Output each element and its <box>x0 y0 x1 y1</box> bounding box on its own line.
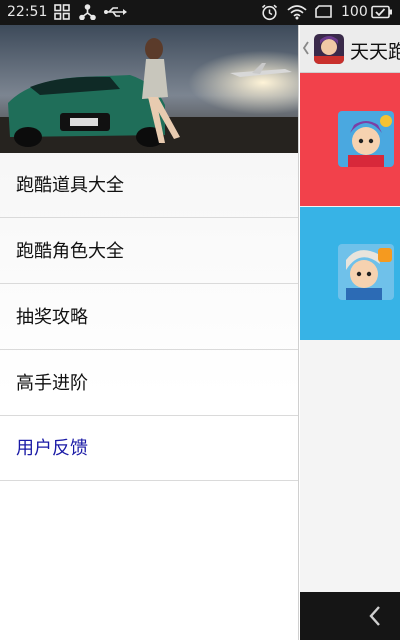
page-title: 天天跑 <box>350 41 400 63</box>
chevron-left-icon[interactable] <box>302 40 310 56</box>
menu-item-advanced[interactable]: 高手进阶 <box>0 351 298 416</box>
menu-item-characters[interactable]: 跑酷角色大全 <box>0 219 298 284</box>
share-icon <box>79 4 96 20</box>
action-bar: 天天跑 <box>300 25 400 73</box>
menu-item-lottery-guide[interactable]: 抽奖攻略 <box>0 285 298 350</box>
status-bar: 22:51 100 <box>0 0 400 25</box>
hero-banner-image <box>0 25 298 153</box>
character-avatar-icon <box>338 111 394 167</box>
main-content: 天天跑 <box>300 25 400 592</box>
navigation-drawer: 跑酷道具大全 跑酷角色大全 抽奖攻略 高手进阶 用户反馈 <box>0 25 299 640</box>
cast-icon <box>315 5 332 18</box>
menu-item-label: 跑酷道具大全 <box>16 175 124 196</box>
grid-icon <box>54 4 70 20</box>
wifi-icon <box>287 5 307 20</box>
menu-item-feedback[interactable]: 用户反馈 <box>0 416 298 481</box>
menu-item-label: 用户反馈 <box>16 438 88 459</box>
menu-item-label: 高手进阶 <box>16 373 88 394</box>
battery-icon <box>371 5 392 19</box>
category-card[interactable] <box>300 207 400 340</box>
alarm-icon <box>261 4 278 21</box>
category-card[interactable] <box>300 73 400 206</box>
menu-item-props[interactable]: 跑酷道具大全 <box>0 153 298 218</box>
app-icon[interactable] <box>314 34 344 64</box>
character-avatar-icon <box>338 244 394 300</box>
menu-item-label: 跑酷角色大全 <box>16 241 124 262</box>
status-time: 22:51 <box>7 4 48 20</box>
menu-item-label: 抽奖攻略 <box>16 307 88 328</box>
back-chevron-icon[interactable] <box>368 605 382 627</box>
navigation-bar <box>300 592 400 640</box>
battery-percentage: 100 <box>341 4 368 20</box>
usb-icon <box>104 7 127 17</box>
